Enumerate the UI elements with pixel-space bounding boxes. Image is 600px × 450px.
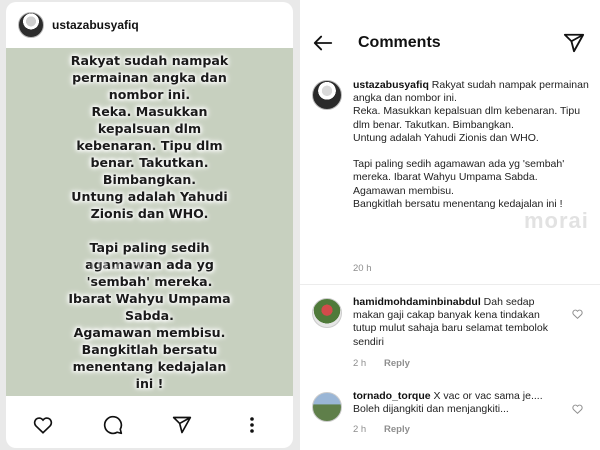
caption-timestamp: 20 h [353,263,372,274]
reply-button[interactable]: Reply [384,424,410,435]
post-avatar[interactable] [18,12,44,38]
caption-text-block: ustazabusyafiq Rakyat sudah nampak perma… [353,79,593,211]
watermark-text: morai [524,208,589,233]
watermark-text: morai [90,253,150,275]
caption-avatar[interactable] [312,80,342,110]
page-title: Comments [358,34,441,51]
post-image[interactable]: Rakyat sudah nampak permainan angka dan … [6,48,293,396]
comment-username[interactable]: tornado_torque [353,390,431,402]
comment-icon[interactable] [102,414,124,436]
more-icon[interactable] [241,414,263,436]
post-action-bar [6,402,293,448]
caption-text: Rakyat sudah nampak permainan angka dan … [353,79,589,210]
comment-avatar[interactable] [312,298,342,328]
reply-button[interactable]: Reply [384,358,410,369]
like-heart-icon[interactable] [572,401,584,415]
comment-avatar[interactable] [312,392,342,422]
comments-screen: Comments ustazabusyafiq Rakyat sudah nam… [300,0,600,450]
back-arrow-icon[interactable] [312,32,336,56]
comment-body: hamidmohdaminbinabdul Dah sedap makan ga… [353,296,558,349]
comment-body: tornado_torque X vac or vac sama je.... … [353,390,558,416]
post-header: ustazabusyafiq [6,2,293,48]
instagram-post: ustazabusyafiq Rakyat sudah nampak perma… [6,2,293,448]
post-image-text: Rakyat sudah nampak permainan angka dan … [68,53,231,391]
share-icon[interactable] [171,414,193,436]
comment-username[interactable]: hamidmohdaminbinabdul [353,296,481,308]
comments-topbar: Comments [300,0,600,60]
send-icon[interactable] [563,32,587,56]
like-heart-icon[interactable] [572,306,584,320]
comment-timestamp: 2 h [353,358,367,369]
post-username[interactable]: ustazabusyafiq [52,18,139,32]
divider [300,284,600,285]
caption-username[interactable]: ustazabusyafiq [353,79,429,91]
comment-timestamp: 2 h [353,424,367,435]
heart-icon[interactable] [32,414,54,436]
